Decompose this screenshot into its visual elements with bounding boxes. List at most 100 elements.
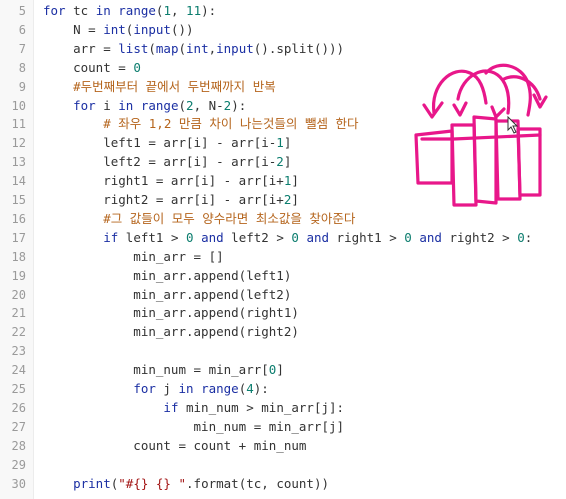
code-token: #그 값들이 모두 양수라면 최소값을 찾아준다 <box>43 210 356 226</box>
code-line[interactable]: 24 min_num = min_arr[0] <box>0 361 566 379</box>
code-line[interactable]: 29 <box>0 456 566 474</box>
code-line[interactable]: 6 N = int(input()) <box>0 21 566 39</box>
code-token: 0 <box>517 229 525 245</box>
code-token: range <box>140 97 179 113</box>
code-text: #두번째부터 끝에서 두번째까지 반복 <box>43 78 276 96</box>
code-token: for <box>133 381 156 396</box>
code-text: for j in range(4): <box>43 380 269 398</box>
code-token: count = <box>43 59 134 75</box>
code-token: if <box>163 399 179 415</box>
code-token: for <box>73 97 96 113</box>
code-line[interactable]: 18 min_arr = [] <box>0 248 566 266</box>
code-token: left2 = arr[i] - arr[i- <box>43 154 277 170</box>
code-token: and <box>201 229 224 245</box>
code-text: if left1 > 0 and left2 > 0 and right1 > … <box>43 229 532 247</box>
line-number: 9 <box>18 79 26 94</box>
code-token: ): <box>253 381 269 396</box>
line-number: 16 <box>11 211 26 226</box>
code-token: arr = <box>43 40 119 56</box>
code-token: min_arr.append(left1) <box>43 267 292 283</box>
code-text: if min_num > min_arr[j]: <box>43 399 344 417</box>
line-number: 24 <box>11 363 26 378</box>
code-token: , N- <box>193 97 224 113</box>
code-token: j <box>155 381 179 396</box>
code-token: 1 <box>276 135 284 151</box>
line-number: 29 <box>11 457 26 472</box>
code-token: min_arr.append(right2) <box>43 324 299 340</box>
code-token: in <box>95 3 111 18</box>
code-token: ): <box>201 3 217 18</box>
code-text: min_arr.append(left1) <box>43 267 291 285</box>
code-line[interactable]: 28 count = count + min_num <box>0 437 566 455</box>
code-text: count = count + min_num <box>43 437 306 455</box>
code-token: right1 = arr[i] - arr[i+ <box>43 173 284 189</box>
code-text: min_arr.append(right2) <box>43 323 299 341</box>
code-token: 0 <box>291 229 299 245</box>
code-token: 0 <box>186 229 194 245</box>
code-text: right2 = arr[i] - arr[i+2] <box>43 191 299 209</box>
code-token: ( <box>178 40 187 56</box>
code-token: N = <box>43 21 104 37</box>
code-token: min_num = min_arr[ <box>43 362 269 378</box>
code-editor[interactable]: 5 for tc in range(1, 11): 6 N = int(input(… <box>0 0 566 499</box>
code-line[interactable]: 23 <box>0 342 566 360</box>
code-line[interactable]: 30 print("#{} {} ".format(tc, count)) <box>0 475 566 493</box>
code-line[interactable]: 16 #그 값들이 모두 양수라면 최소값을 찾아준다 <box>0 210 566 228</box>
code-line[interactable]: 17 if left1 > 0 and left2 > 0 and right1… <box>0 229 566 247</box>
code-token: "#{} {} " <box>118 475 187 491</box>
code-text: left2 = arr[i] - arr[i-2] <box>43 153 291 171</box>
code-text: min_arr = [] <box>43 248 223 266</box>
code-token: if <box>103 229 119 245</box>
code-text: min_arr.append(right1) <box>43 304 299 322</box>
code-line[interactable]: 5 for tc in range(1, 11): <box>0 2 566 20</box>
code-text: min_num = min_arr[j] <box>43 418 345 436</box>
code-token: ()) <box>170 21 194 37</box>
line-number: 23 <box>11 344 26 359</box>
code-token: 0 <box>133 59 141 75</box>
code-token: ] <box>276 362 284 378</box>
code-text: min_num = min_arr[0] <box>43 361 284 379</box>
code-line[interactable]: 26 if min_num > min_arr[j]: <box>0 399 566 417</box>
code-line[interactable]: 25 for j in range(4): <box>0 380 566 398</box>
code-token: count = count + min_num <box>43 437 307 453</box>
line-number: 5 <box>18 4 26 18</box>
code-line[interactable]: 20 min_arr.append(left2) <box>0 286 566 304</box>
code-token: left1 > <box>118 229 187 245</box>
line-number: 20 <box>11 287 26 302</box>
line-number: 6 <box>18 22 26 37</box>
code-text: left1 = arr[i] - arr[i-1] <box>43 134 291 152</box>
code-text: N = int(input()) <box>43 21 194 39</box>
code-text: for i in range(2, N-2): <box>43 97 246 115</box>
line-number: 21 <box>11 306 26 321</box>
code-line[interactable]: 22 min_arr.append(right2) <box>0 323 566 341</box>
code-token: 1 <box>163 3 171 18</box>
code-token: print <box>73 475 111 491</box>
code-text: # 좌우 1,2 만큼 차이 나는것들의 뺄셈 한다 <box>43 115 358 133</box>
code-token: left2 > <box>223 229 292 245</box>
code-token: : <box>524 229 533 245</box>
code-token: range <box>118 3 156 18</box>
line-number: 15 <box>11 193 26 207</box>
line-number: 17 <box>11 230 26 245</box>
code-line[interactable]: 21 min_arr.append(right1) <box>0 304 566 322</box>
code-token: map <box>155 40 179 56</box>
code-line[interactable]: 19 min_arr.append(left1) <box>0 267 566 285</box>
code-token: ( <box>178 97 187 113</box>
code-line[interactable]: 27 min_num = min_arr[j] <box>0 418 566 436</box>
code-token: int <box>186 40 209 56</box>
line-number: 11 <box>11 117 26 132</box>
code-token: 2 <box>276 154 284 170</box>
code-token: tc <box>65 3 96 18</box>
code-token: input <box>133 21 171 37</box>
code-token: and <box>306 229 330 245</box>
code-token: ( <box>148 40 156 56</box>
line-number: 8 <box>18 60 26 75</box>
code-token: min_num > min_arr[j]: <box>178 399 345 415</box>
code-token: ] <box>291 192 299 207</box>
code-token: ().split())) <box>253 40 345 56</box>
code-token: ] <box>283 154 292 170</box>
